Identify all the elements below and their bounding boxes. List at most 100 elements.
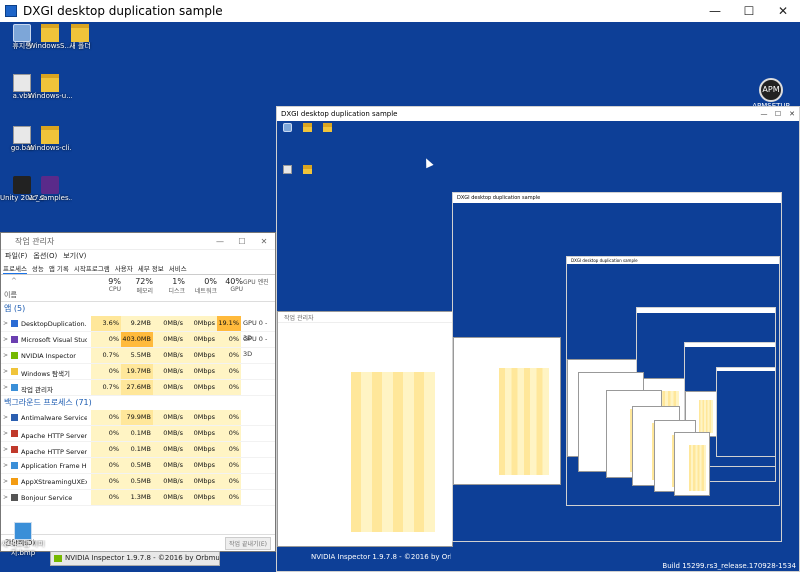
column-cpu[interactable]: 9% CPU <box>91 277 121 293</box>
cell-cpu: 0% <box>91 490 121 505</box>
apps-section-header[interactable]: 앱 (5) <box>1 302 275 316</box>
table-row[interactable]: > AppXStreamingUXExe 0% 0.5MB 0MB/s 0Mbps 0% <box>1 474 275 490</box>
desktop-icon-vc-samples[interactable]: vc_samples... <box>28 176 72 203</box>
desktop-icon-label: 새 폴더 <box>69 42 91 50</box>
desktop-icon-label: Windows-u... <box>28 92 72 100</box>
table-row[interactable]: >Apache HTTP Server(32비트)0%0.1MB0MB/s0Mb… <box>1 442 275 458</box>
table-row[interactable]: >Microsoft Visual Studio 20...0%403.0MB0… <box>1 332 275 358</box>
process-icon <box>11 446 18 453</box>
minimize-button[interactable]: — <box>209 237 231 246</box>
expand-chevron-icon[interactable]: > <box>3 494 8 501</box>
column-label: 메모리 <box>136 288 153 295</box>
folder-icon <box>71 24 89 42</box>
task-manager-menu: 파일(F) 옵션(O) 보기(V) <box>1 250 275 262</box>
close-button[interactable]: ✕ <box>253 237 275 246</box>
column-name[interactable]: 이름 <box>4 290 17 300</box>
table-row[interactable]: >Antimalware Service Execut...0%79.9MB0M… <box>1 410 275 426</box>
expand-chevron-icon[interactable]: > <box>3 430 8 437</box>
task-manager-window[interactable]: 작업 관리자 — ☐ ✕ 파일(F) 옵션(O) 보기(V) 프로세스 성능 앱… <box>0 232 276 552</box>
process-name: Microsoft Visual Studio 20... <box>21 336 87 344</box>
nvidia-icon <box>54 555 62 562</box>
expand-chevron-icon[interactable]: > <box>3 478 8 485</box>
process-icon <box>11 384 18 391</box>
tab-app-history[interactable]: 앱 기록 <box>49 263 69 273</box>
cell-mem: 0.1MB <box>121 426 153 441</box>
folder-icon <box>41 24 59 42</box>
expand-chevron-icon[interactable]: > <box>3 462 8 469</box>
desktop-icon-folder[interactable]: 새 폴더 <box>58 24 102 51</box>
expand-chevron-icon[interactable]: > <box>3 414 8 421</box>
cell-gpu: 0% <box>217 332 241 347</box>
table-row[interactable]: >Apache HTTP Server(32비트)0%0.1MB0MB/s0Mb… <box>1 426 275 442</box>
table-row[interactable]: >Application Frame Host0%0.5MB0MB/s0Mbps… <box>1 458 275 474</box>
table-row[interactable]: > Windows 탐색기 0% 19.7MB 0MB/s 0Mbps 0% <box>1 364 275 380</box>
tab-startup[interactable]: 시작프로그램 <box>74 263 110 273</box>
minimize-button[interactable]: — <box>698 0 732 22</box>
column-header: ^ 이름 9% CPU 72% 메모리 1% 디스크 0% 네트워크 40% G… <box>1 275 275 302</box>
column-gpu[interactable]: 40% GPU <box>213 277 243 293</box>
folder-icon <box>322 123 332 132</box>
tab-processes[interactable]: 프로세스 <box>3 263 27 274</box>
process-name: AppXStreamingUXExe <box>21 478 87 486</box>
cell-gpu: 0% <box>217 474 241 489</box>
menu-file[interactable]: 파일(F) <box>5 251 27 261</box>
tab-performance[interactable]: 성능 <box>32 263 44 273</box>
tab-details[interactable]: 세부 정보 <box>138 263 164 273</box>
cell-net: 0Mbps <box>185 426 217 441</box>
folder-icon <box>41 126 59 144</box>
cell-engine: GPU 0 - 3D <box>243 319 268 342</box>
process-icon <box>11 368 18 375</box>
expand-chevron-icon[interactable]: > <box>3 368 8 375</box>
desktop-icon-label: 새 비트맵 이미지.bmp <box>1 540 45 557</box>
expand-chevron-icon[interactable]: > <box>3 320 8 327</box>
screen: DXGI desktop duplication sample — ☐ ✕ 휴지… <box>0 0 800 572</box>
cell-engine <box>241 458 275 473</box>
end-task-button[interactable]: 작업 끝내기(E) <box>225 536 271 550</box>
expand-chevron-icon[interactable]: > <box>3 336 8 343</box>
maximize-button[interactable]: ☐ <box>732 0 766 22</box>
column-disk[interactable]: 1% 디스크 <box>155 277 185 295</box>
nested-titlebar: DXGI desktop duplication sample — ☐ ✕ <box>277 107 799 121</box>
nested-desktop-icon <box>277 123 297 132</box>
desktop-icon-folder[interactable]: Windows-u... <box>28 74 72 101</box>
cell-mem: 79.9MB <box>121 410 153 425</box>
nested-task-manager-grid <box>498 368 550 476</box>
table-row[interactable]: >DesktopDuplication.exe(32...3.6%9.2MB0M… <box>1 316 275 342</box>
close-button[interactable]: ✕ <box>785 110 799 118</box>
maximize-button[interactable]: ☐ <box>231 237 253 246</box>
nested-desktop-icon <box>317 123 337 132</box>
table-row[interactable]: > NVIDIA Inspector 0.7% 5.5MB 0MB/s 0Mbps 0% <box>1 348 275 364</box>
folder-icon <box>302 165 312 174</box>
table-row[interactable]: > 작업 관리자 0.7% 27.6MB 0MB/s 0Mbps 0% <box>1 380 275 396</box>
cell-gpu: 0% <box>217 458 241 473</box>
column-memory[interactable]: 72% 메모리 <box>123 277 153 295</box>
maximize-button[interactable]: ☐ <box>771 110 785 118</box>
cell-gpu: 0% <box>217 410 241 425</box>
table-row[interactable]: > Bonjour Service 0% 1.3MB 0MB/s 0Mbps 0% <box>1 490 275 506</box>
cell-engine <box>241 380 275 395</box>
tab-services[interactable]: 서비스 <box>169 263 187 273</box>
apmsetup-icon: APM <box>759 78 783 102</box>
cell-engine <box>241 348 275 363</box>
close-button[interactable]: ✕ <box>766 0 800 22</box>
desktop-icon-bitmap[interactable]: 새 비트맵 이미지.bmp <box>0 522 46 558</box>
nvidia-inspector-taskbar[interactable]: NVIDIA Inspector 1.9.7.8 - ©2016 by Orbm… <box>50 551 220 566</box>
cell-net: 0Mbps <box>185 490 217 505</box>
column-gpu-engine[interactable]: GPU 엔진 <box>243 277 275 286</box>
process-icon <box>11 478 18 485</box>
folder-icon <box>302 123 312 132</box>
expand-chevron-icon[interactable]: > <box>3 446 8 453</box>
process-name: Apache HTTP Server(32비트) <box>21 448 87 456</box>
menu-options[interactable]: 옵션(O) <box>33 251 57 261</box>
minimize-button[interactable]: — <box>757 110 771 118</box>
expand-chevron-icon[interactable]: > <box>3 384 8 391</box>
cell-engine <box>241 442 275 457</box>
build-info: Build 15299.rs3_release.170928-1534 <box>662 562 796 570</box>
expand-chevron-icon[interactable]: > <box>3 352 8 359</box>
tab-users[interactable]: 사용자 <box>115 263 133 273</box>
menu-view[interactable]: 보기(V) <box>63 251 86 261</box>
desktop-icon-folder[interactable]: Windows-cli... <box>28 126 72 153</box>
column-label: GPU <box>230 286 243 293</box>
background-section-header[interactable]: 백그라운드 프로세스 (71) <box>1 396 275 410</box>
background-list: >Antimalware Service Execut...0%79.9MB0M… <box>1 410 275 506</box>
